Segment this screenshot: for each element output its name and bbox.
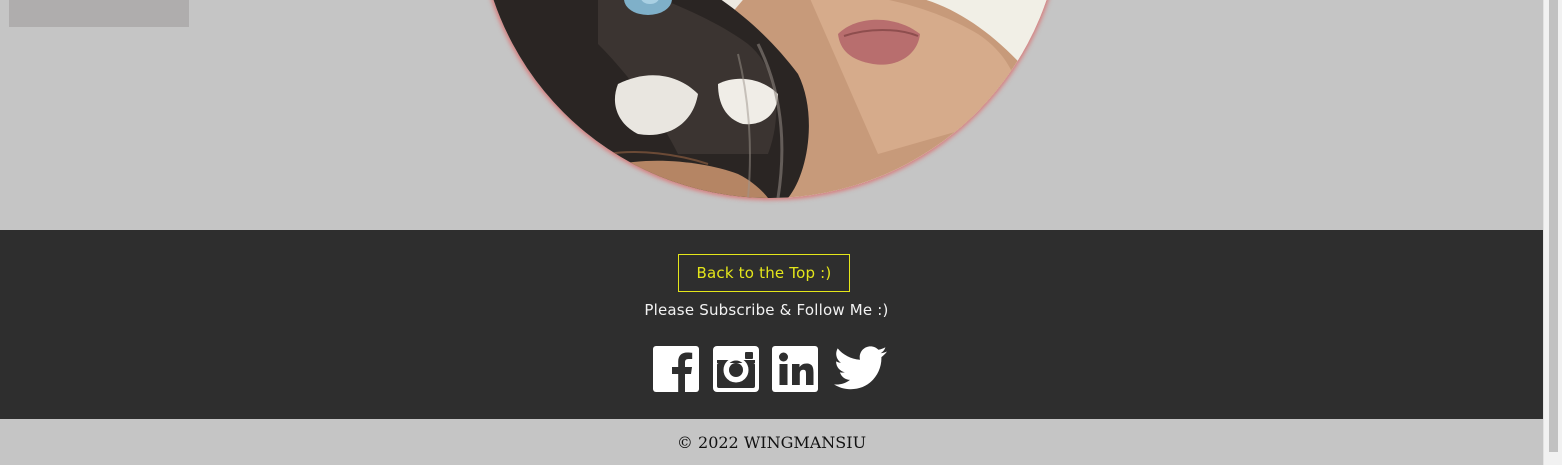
linkedin-icon	[772, 346, 818, 392]
footer: Back to the Top :) Please Subscribe & Fo…	[0, 230, 1543, 419]
placeholder-block	[9, 0, 189, 27]
vertical-scrollbar[interactable]	[1543, 0, 1562, 465]
page: Back to the Top :) Please Subscribe & Fo…	[0, 0, 1562, 465]
subscribe-text: Please Subscribe & Follow Me :)	[644, 301, 889, 319]
facebook-icon	[653, 346, 699, 392]
linkedin-link[interactable]	[772, 346, 818, 392]
facebook-link[interactable]	[653, 346, 699, 392]
copyright-text: © 2022 WINGMANSIU	[676, 433, 867, 452]
profile-photo	[478, 0, 1062, 198]
instagram-link[interactable]	[713, 346, 759, 392]
twitter-link[interactable]	[832, 346, 888, 392]
hero-section	[0, 0, 1543, 230]
twitter-icon	[834, 346, 887, 390]
back-to-top-button[interactable]: Back to the Top :)	[678, 254, 850, 292]
scrollbar-thumb[interactable]	[1549, 0, 1558, 452]
instagram-icon	[713, 346, 759, 392]
